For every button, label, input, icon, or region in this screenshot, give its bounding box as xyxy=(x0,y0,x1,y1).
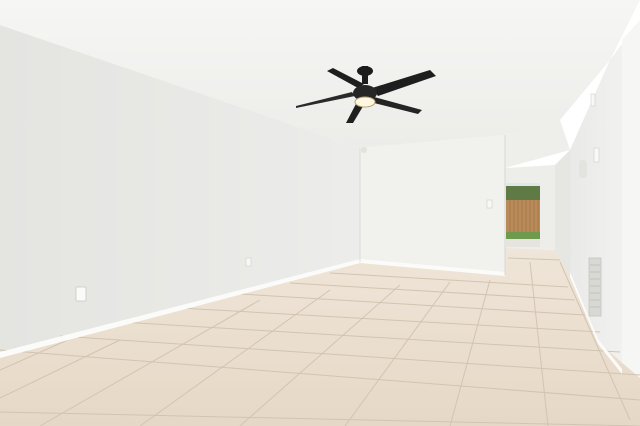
back-wall xyxy=(360,135,505,275)
thermostat xyxy=(590,93,596,107)
wall-switch-right xyxy=(593,147,600,163)
doorway-fence xyxy=(506,200,540,232)
right-wall-edge xyxy=(622,20,640,378)
fan-light xyxy=(354,96,376,108)
light-switch xyxy=(486,199,493,209)
light-fixture-hall xyxy=(579,160,587,178)
doorway-grass xyxy=(506,232,540,239)
fan-canopy xyxy=(357,66,373,76)
room-scene xyxy=(0,0,640,426)
doorway-trees xyxy=(506,186,540,200)
wall-outlet-small xyxy=(245,257,252,267)
wall-outlet xyxy=(75,286,87,302)
ceiling-light-small xyxy=(361,147,367,153)
doorway-patio xyxy=(506,239,540,247)
